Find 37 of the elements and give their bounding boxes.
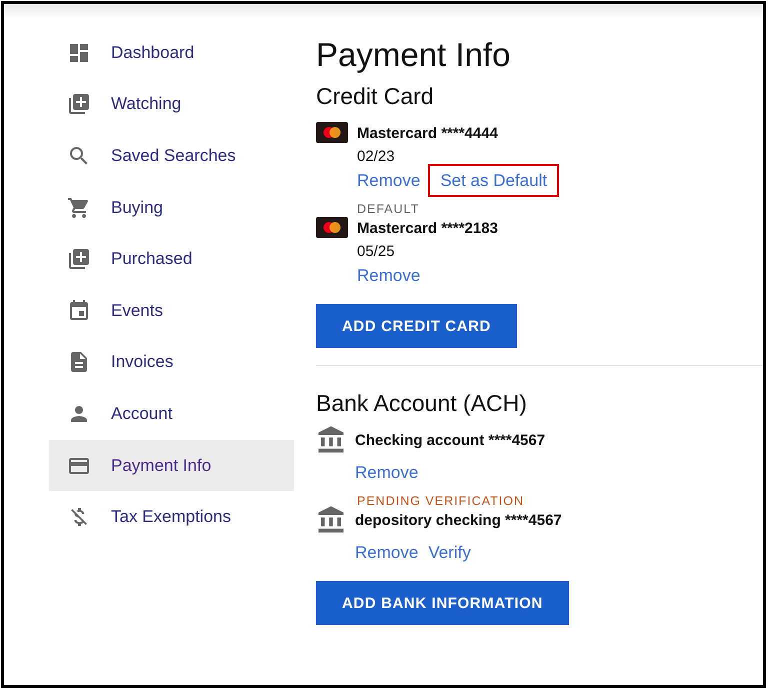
sidebar-item[interactable]: Buying — [49, 182, 294, 234]
action-link[interactable]: Verify — [428, 542, 471, 563]
status-label: DEFAULT — [357, 201, 420, 217]
add-button[interactable]: ADD BANK INFORMATION — [316, 581, 569, 625]
sidebar-item[interactable]: Saved Searches — [49, 130, 294, 182]
action-link[interactable]: Remove — [355, 462, 418, 483]
sidebar-item[interactable]: Events — [49, 284, 294, 337]
section-title: Bank Account (ACH) — [316, 390, 528, 417]
library-add-icon — [67, 247, 91, 272]
cart-icon — [67, 196, 91, 220]
expiry-date: 05/25 — [357, 242, 396, 262]
action-link[interactable]: Remove — [357, 170, 420, 191]
sidebar-item[interactable]: Invoices — [49, 336, 294, 388]
action-link[interactable]: Remove — [355, 542, 418, 563]
action-link[interactable]: Set as Default — [428, 164, 560, 197]
payment-method-name: Mastercard ****4444 — [357, 124, 499, 144]
bank-icon — [316, 425, 346, 455]
payment-method-name: Mastercard ****2183 — [357, 219, 498, 239]
section-title: Credit Card — [316, 83, 435, 110]
status-label: PENDING VERIFICATION — [357, 493, 526, 509]
calendar-icon — [67, 298, 91, 323]
add-button[interactable]: ADD CREDIT CARD — [316, 304, 517, 348]
sidebar-item[interactable]: Account — [49, 388, 294, 440]
sidebar-item[interactable]: Watching — [49, 78, 294, 130]
payment-method-name: depository checking ****4567 — [355, 511, 562, 531]
library-add-icon — [67, 92, 91, 116]
sidebar-item[interactable]: Dashboard — [49, 27, 294, 79]
action-link[interactable]: Remove — [357, 265, 420, 286]
mastercard-icon — [316, 122, 348, 143]
sidebar-item[interactable]: Purchased — [49, 233, 294, 285]
expiry-date: 02/23 — [357, 147, 396, 167]
payment-method-name: Checking account ****4567 — [355, 431, 546, 451]
sidebar-item[interactable]: Payment Info — [49, 440, 294, 492]
sidebar-item[interactable]: Tax Exemptions — [49, 491, 294, 543]
page-title: Payment Info — [316, 36, 512, 74]
mastercard-icon — [316, 217, 348, 238]
bank-icon — [316, 505, 346, 535]
